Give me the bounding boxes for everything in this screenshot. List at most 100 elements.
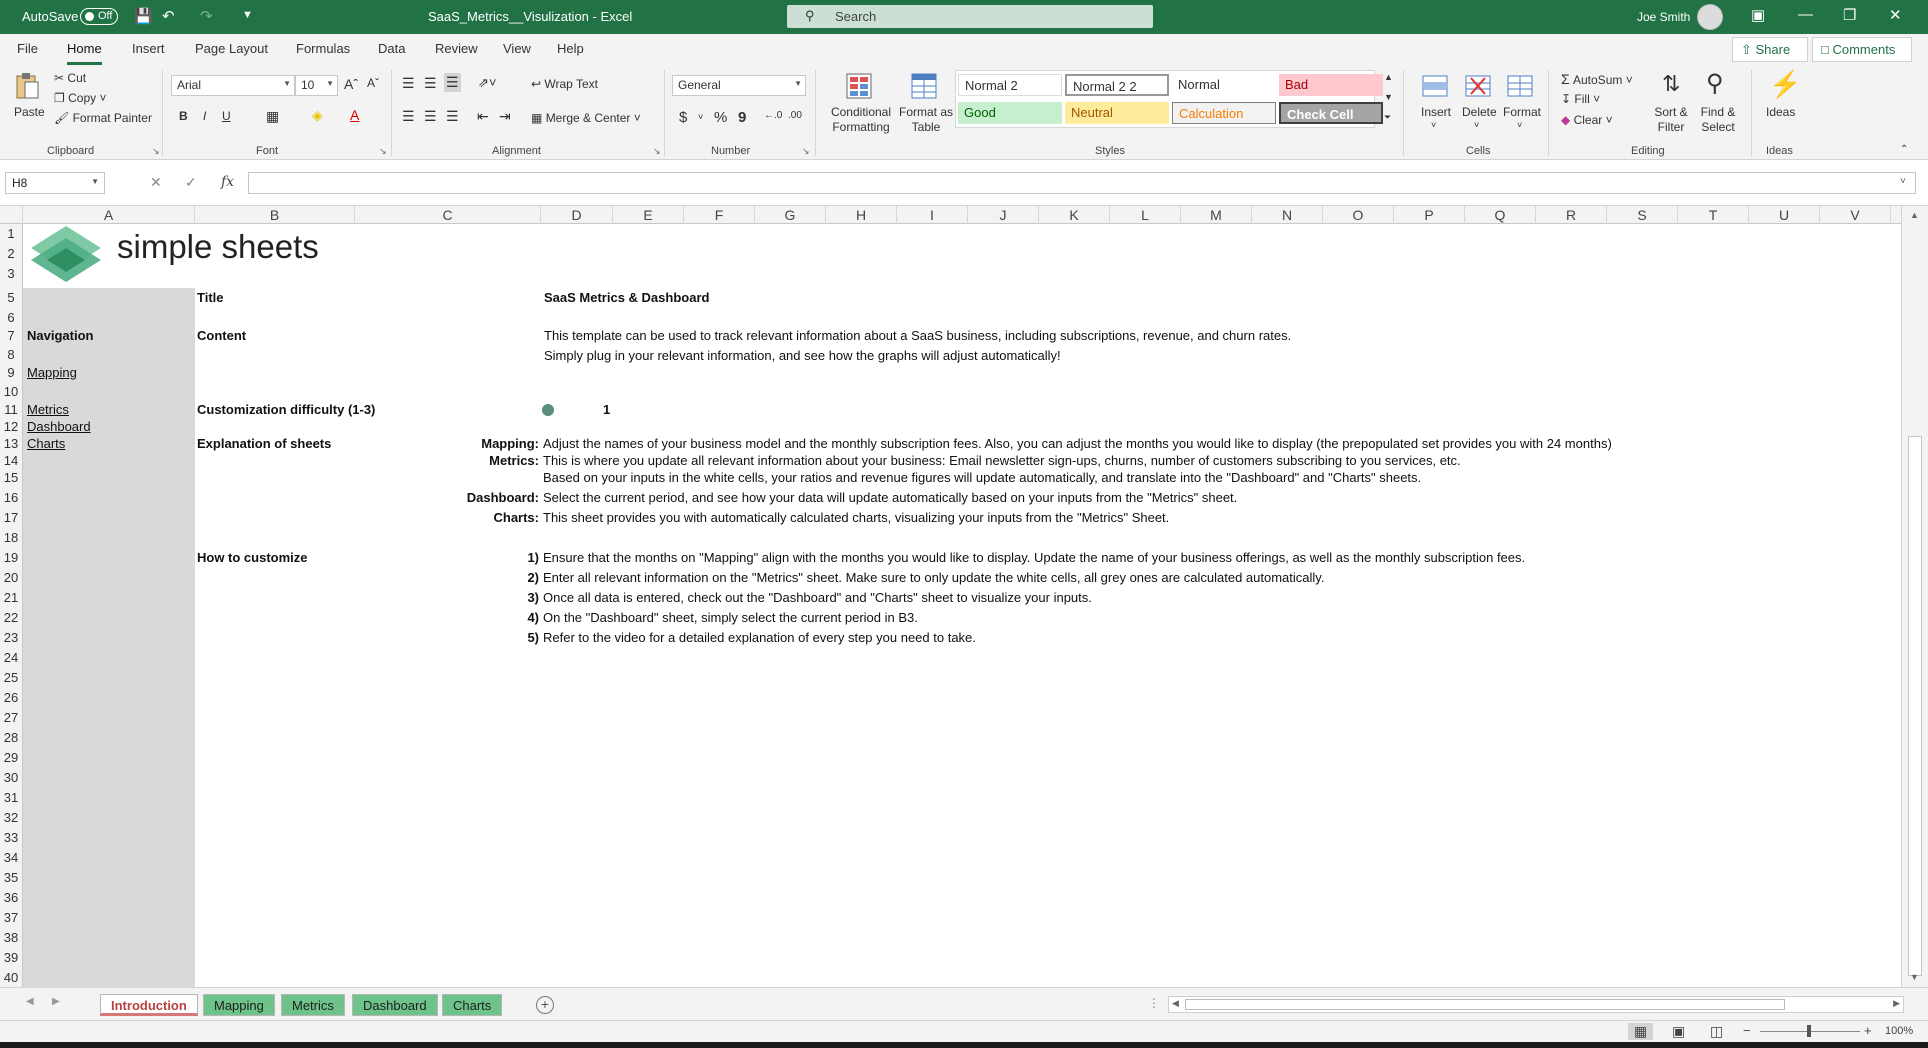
font-size-select[interactable]: 10 ▼ (295, 75, 338, 96)
share-button[interactable]: ⇧ Share (1732, 37, 1808, 62)
conditional-formatting-button[interactable]: Conditional Formatting (829, 105, 893, 135)
nav-link-mapping[interactable]: Mapping (27, 365, 77, 380)
scroll-right-icon[interactable]: ▶ (1893, 998, 1900, 1009)
split-handle-icon[interactable]: ⋮ (1148, 996, 1160, 1010)
format-button[interactable]: Format (1503, 105, 1541, 119)
row-header[interactable]: 28 (0, 730, 22, 745)
column-header[interactable]: Q (1465, 206, 1536, 224)
row-header[interactable]: 2 (0, 246, 22, 261)
column-header[interactable]: U (1749, 206, 1820, 224)
scroll-tabs-right-icon[interactable]: ▶ (52, 996, 60, 1007)
column-header[interactable]: J (968, 206, 1039, 224)
tab-insert[interactable]: Insert (132, 41, 165, 56)
decrease-decimal-icon[interactable]: .00 (788, 110, 802, 121)
copy-button[interactable]: ❐ Copy ˅ (54, 91, 106, 105)
increase-indent-icon[interactable]: ⇥ (499, 108, 511, 125)
row-header[interactable]: 20 (0, 570, 22, 585)
column-header[interactable]: I (897, 206, 968, 224)
tab-review[interactable]: Review (435, 41, 478, 56)
sort-filter-icon[interactable]: ⇅ (1662, 71, 1680, 97)
column-header[interactable]: O (1323, 206, 1394, 224)
format-painter-button[interactable]: 🖌 Format Painter (54, 111, 152, 125)
row-header[interactable]: 19 (0, 550, 22, 565)
row-header[interactable]: 31 (0, 790, 22, 805)
column-header[interactable]: G (755, 206, 826, 224)
tab-help[interactable]: Help (557, 41, 584, 56)
row-header[interactable]: 37 (0, 910, 22, 925)
scroll-left-icon[interactable]: ◀ (1172, 998, 1179, 1009)
collapse-ribbon-icon[interactable]: ⌃ (1900, 144, 1908, 155)
cut-button[interactable]: ✂ Cut (54, 71, 86, 85)
grow-font-icon[interactable]: Aˆ (344, 76, 358, 92)
row-header[interactable]: 30 (0, 770, 22, 785)
undo-icon[interactable]: ↶ (162, 7, 175, 25)
enter-icon[interactable]: ✓ (185, 174, 197, 191)
italic-button[interactable]: I (203, 109, 206, 123)
clear-button[interactable]: ◆ Clear ˅ (1561, 113, 1613, 127)
row-header[interactable]: 22 (0, 610, 22, 625)
fill-color-icon[interactable]: ◈ (312, 107, 323, 124)
column-header[interactable]: R (1536, 206, 1607, 224)
row-header[interactable]: 24 (0, 650, 22, 665)
borders-icon[interactable]: ▦ (266, 108, 279, 125)
chevron-down-icon[interactable]: ˅ (1474, 120, 1479, 130)
chevron-down-icon[interactable]: ˅ (1517, 120, 1522, 130)
clipboard-launcher-icon[interactable]: ↘ (152, 146, 160, 157)
font-launcher-icon[interactable]: ↘ (379, 146, 387, 157)
search-box[interactable]: ⚲ Search (787, 5, 1153, 28)
sheet-tab-mapping[interactable]: Mapping (203, 994, 275, 1016)
normal-view-icon[interactable]: ▦ (1628, 1023, 1654, 1040)
format-cells-icon[interactable] (1507, 72, 1533, 100)
sheet-tab-dashboard[interactable]: Dashboard (352, 994, 438, 1016)
currency-button[interactable]: $ (679, 109, 687, 126)
ribbon-display-icon[interactable]: ▣ (1751, 6, 1765, 24)
expand-formula-icon[interactable]: ˅ (1900, 176, 1906, 187)
name-box[interactable]: H8 ▼ (5, 172, 105, 194)
column-header[interactable]: D (541, 206, 613, 224)
font-name-select[interactable]: Arial ▼ (171, 75, 295, 96)
format-as-table-icon[interactable] (911, 72, 937, 100)
formula-input[interactable] (248, 172, 1916, 194)
shrink-font-icon[interactable]: Aˇ (367, 76, 379, 90)
insert-function-button[interactable]: fx (221, 174, 234, 190)
zoom-out-icon[interactable]: − (1743, 1023, 1751, 1038)
number-format-select[interactable]: General ▼ (672, 75, 806, 96)
row-header[interactable]: 15 (0, 470, 22, 485)
column-header[interactable]: C (355, 206, 541, 224)
row-header[interactable]: 18 (0, 530, 22, 545)
column-header[interactable]: H (826, 206, 897, 224)
insert-button[interactable]: Insert (1421, 105, 1451, 119)
row-header[interactable]: 25 (0, 670, 22, 685)
orientation-icon[interactable]: ⇗˅ (478, 75, 496, 91)
sheet-tab-introduction[interactable]: Introduction (100, 994, 198, 1016)
nav-link-charts[interactable]: Charts (27, 436, 65, 451)
row-header[interactable]: 40 (0, 970, 22, 985)
row-header[interactable]: 8 (0, 347, 22, 362)
find-select-button[interactable]: Find & Select (1696, 105, 1740, 135)
row-header[interactable]: 23 (0, 630, 22, 645)
select-all-corner[interactable] (0, 206, 23, 224)
style-bad[interactable]: Bad (1279, 74, 1383, 96)
sheet-tab-charts[interactable]: Charts (442, 994, 503, 1016)
row-header[interactable]: 34 (0, 850, 22, 865)
comments-button[interactable]: □ Comments (1812, 37, 1912, 62)
styles-more-icon[interactable]: ⏷ (1384, 112, 1391, 123)
alignment-launcher-icon[interactable]: ↘ (653, 146, 661, 157)
format-as-table-button[interactable]: Format as Table (898, 105, 954, 135)
find-select-icon[interactable]: ⚲ (1706, 69, 1724, 98)
align-right-icon[interactable]: ☰ (446, 108, 459, 125)
vertical-scrollbar[interactable]: ▲ ▼ (1901, 206, 1928, 987)
user-name[interactable]: Joe Smith (1637, 10, 1690, 24)
percent-button[interactable]: % (714, 109, 727, 126)
align-left-icon[interactable]: ☰ (402, 108, 415, 125)
align-bottom-icon[interactable]: ☰ (444, 73, 461, 92)
tab-page-layout[interactable]: Page Layout (195, 41, 268, 56)
styles-scroll-up-icon[interactable]: ▲ (1384, 72, 1393, 82)
row-header[interactable]: 7 (0, 328, 22, 343)
scroll-tabs-left-icon[interactable]: ◀ (26, 996, 34, 1007)
customize-qat-icon[interactable]: ▼ (242, 9, 253, 21)
increase-decimal-icon[interactable]: ←.0 (764, 110, 782, 121)
chevron-down-icon[interactable]: ˅ (1431, 120, 1436, 130)
paste-icon[interactable] (14, 72, 40, 100)
row-header[interactable]: 5 (0, 290, 22, 305)
